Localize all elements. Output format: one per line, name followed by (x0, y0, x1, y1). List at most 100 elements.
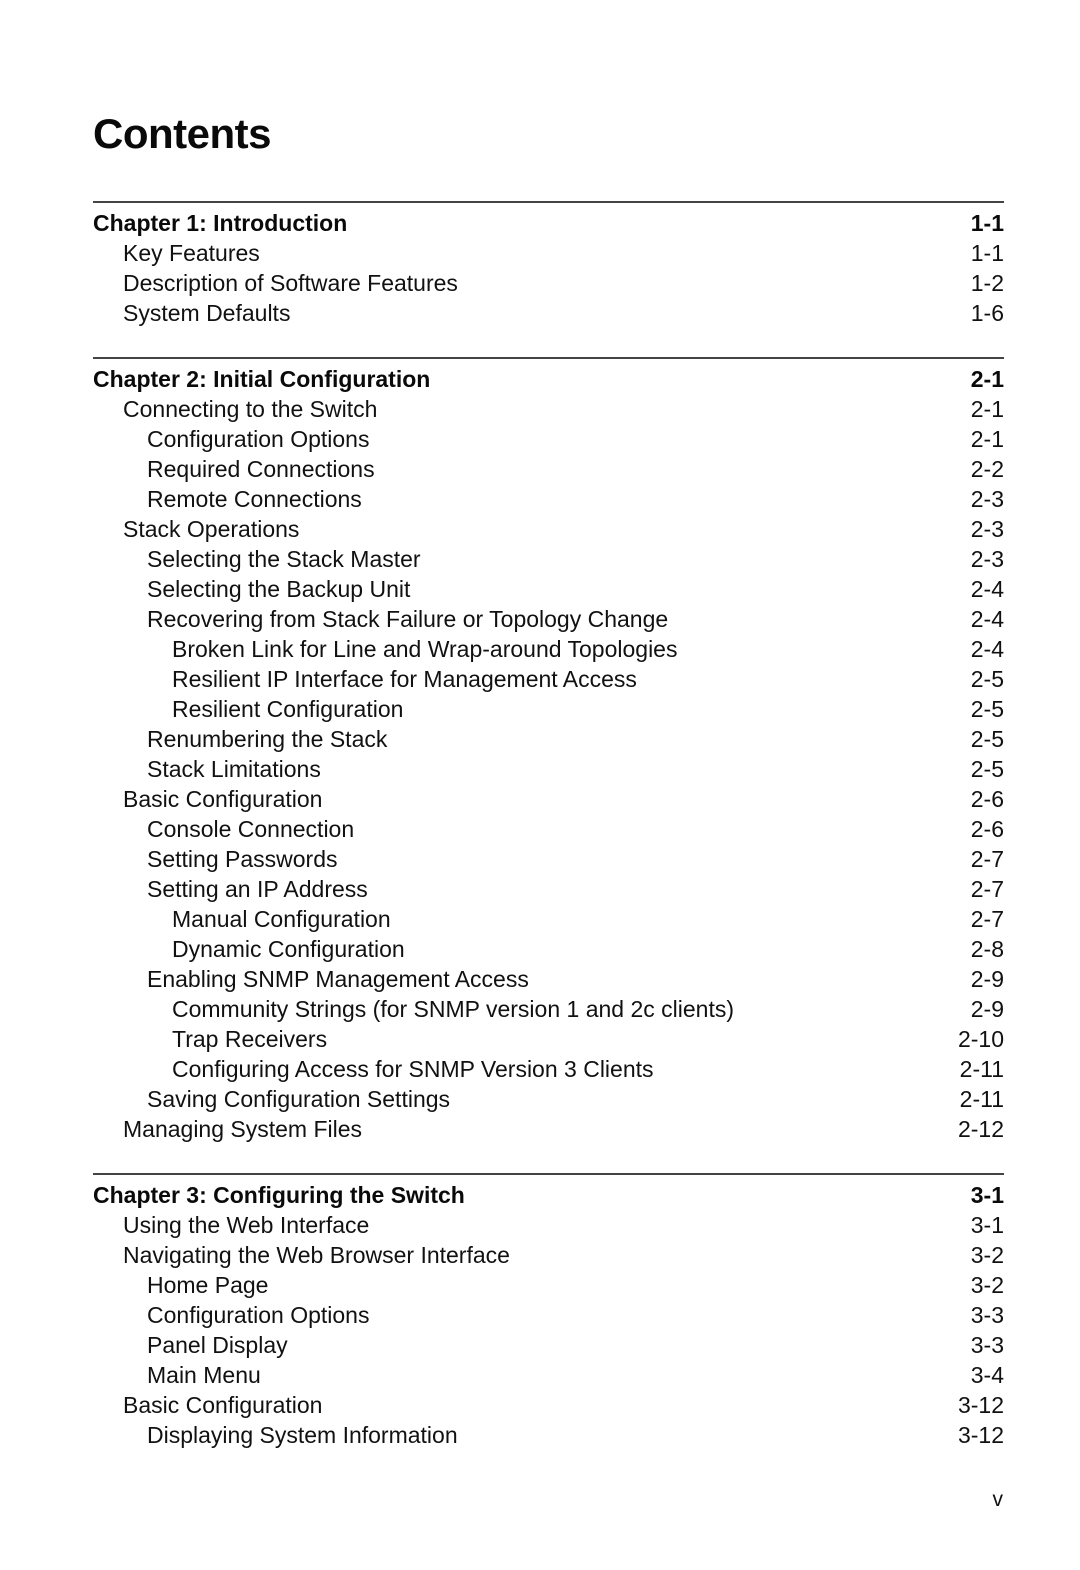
page-number: 3-3 (970, 1332, 1004, 1358)
entry-label: Manual Configuration (172, 906, 391, 932)
entry-label: Required Connections (147, 456, 375, 482)
entry-label: Resilient IP Interface for Management Ac… (172, 666, 637, 692)
toc-entry[interactable]: Key Features 1-1 (93, 238, 1004, 268)
entry-label: Basic Configuration (123, 786, 323, 812)
entry-label: Recovering from Stack Failure or Topolog… (147, 606, 669, 632)
toc-entry[interactable]: Main Menu 3-4 (93, 1360, 1004, 1390)
toc-entry[interactable]: Panel Display 3-3 (93, 1330, 1004, 1360)
toc-entry[interactable]: Managing System Files 2-12 (93, 1114, 1004, 1144)
entry-label: Renumbering the Stack (147, 726, 388, 752)
toc-entry[interactable]: Renumbering the Stack 2-5 (93, 724, 1004, 754)
toc-entry[interactable]: Selecting the Backup Unit 2-4 (93, 574, 1004, 604)
page-footer-number: v (992, 1488, 1004, 1511)
entry-label: Displaying System Information (147, 1422, 458, 1448)
entry-label: Trap Receivers (172, 1026, 328, 1052)
entry-label: System Defaults (123, 300, 291, 326)
page-number: 2-5 (970, 726, 1004, 752)
entry-label: Description of Software Features (123, 270, 458, 296)
page-number: 2-11 (959, 1086, 1004, 1112)
toc-entry[interactable]: Home Page 3-2 (93, 1270, 1004, 1300)
toc-entry[interactable]: Navigating the Web Browser Interface 3-2 (93, 1240, 1004, 1270)
toc-entry[interactable]: Recovering from Stack Failure or Topolog… (93, 604, 1004, 634)
entry-label: Managing System Files (123, 1116, 363, 1142)
toc-entry[interactable]: Configuring Access for SNMP Version 3 Cl… (93, 1054, 1004, 1084)
toc-entry[interactable]: Selecting the Stack Master 2-3 (93, 544, 1004, 574)
entry-label: Basic Configuration (123, 1392, 323, 1418)
toc-entry[interactable]: Displaying System Information 3-12 (93, 1420, 1004, 1450)
page-number: 2-12 (957, 1116, 1004, 1142)
chapter-section: Chapter 3: Configuring the Switch 3-1 Us… (93, 1173, 1004, 1450)
entry-label: Selecting the Stack Master (147, 546, 421, 572)
toc-entry[interactable]: Connecting to the Switch 2-1 (93, 394, 1004, 424)
entry-label: Selecting the Backup Unit (147, 576, 411, 602)
chapter-heading[interactable]: Chapter 3: Configuring the Switch 3-1 (93, 1180, 1004, 1210)
toc-entry[interactable]: Description of Software Features 1-2 (93, 268, 1004, 298)
page-number: 2-4 (970, 606, 1004, 632)
chapter-heading[interactable]: Chapter 2: Initial Configuration 2-1 (93, 364, 1004, 394)
page-number: 2-3 (970, 546, 1004, 572)
page-number: 2-5 (970, 696, 1004, 722)
toc-entry[interactable]: Setting an IP Address 2-7 (93, 874, 1004, 904)
page-number: 1-1 (970, 210, 1004, 236)
page-number: 3-3 (970, 1302, 1004, 1328)
toc-entry[interactable]: Configuration Options 3-3 (93, 1300, 1004, 1330)
page-number: 2-1 (970, 366, 1004, 392)
entry-label: Key Features (123, 240, 260, 266)
page-number: 2-9 (970, 966, 1004, 992)
toc-entry[interactable]: Resilient IP Interface for Management Ac… (93, 664, 1004, 694)
toc-entry[interactable]: Manual Configuration 2-7 (93, 904, 1004, 934)
entry-label: Enabling SNMP Management Access (147, 966, 529, 992)
page-number: 2-7 (970, 876, 1004, 902)
toc-entry[interactable]: Saving Configuration Settings 2-11 (93, 1084, 1004, 1114)
toc-entry[interactable]: Stack Limitations 2-5 (93, 754, 1004, 784)
toc-entry[interactable]: Enabling SNMP Management Access 2-9 (93, 964, 1004, 994)
toc-entry[interactable]: Broken Link for Line and Wrap-around Top… (93, 634, 1004, 664)
entry-label: Connecting to the Switch (123, 396, 378, 422)
page-number: 3-12 (957, 1392, 1004, 1418)
chapter-section: Chapter 1: Introduction 1-1 Key Features… (93, 201, 1004, 328)
entry-label: Broken Link for Line and Wrap-around Top… (172, 636, 678, 662)
entry-label: Home Page (147, 1272, 269, 1298)
chapter-title: Chapter 2: Initial Configuration (93, 366, 431, 392)
page-number: 3-4 (970, 1362, 1004, 1388)
page-number: 1-1 (970, 240, 1004, 266)
toc-entry[interactable]: Setting Passwords 2-7 (93, 844, 1004, 874)
page-number: 2-4 (970, 636, 1004, 662)
toc-entry[interactable]: Resilient Configuration 2-5 (93, 694, 1004, 724)
toc-entry[interactable]: Configuration Options 2-1 (93, 424, 1004, 454)
toc-entry[interactable]: Community Strings (for SNMP version 1 an… (93, 994, 1004, 1024)
chapter-section: Chapter 2: Initial Configuration 2-1 Con… (93, 357, 1004, 1144)
toc-entry[interactable]: Dynamic Configuration 2-8 (93, 934, 1004, 964)
page-number: 2-4 (970, 576, 1004, 602)
toc-entry[interactable]: Stack Operations 2-3 (93, 514, 1004, 544)
page-number: 2-10 (957, 1026, 1004, 1052)
page-number: 2-1 (970, 396, 1004, 422)
page-number: 2-9 (970, 996, 1004, 1022)
toc-entry[interactable]: Basic Configuration 2-6 (93, 784, 1004, 814)
entry-label: Configuring Access for SNMP Version 3 Cl… (172, 1056, 654, 1082)
toc-entry[interactable]: Console Connection 2-6 (93, 814, 1004, 844)
page-number: 2-6 (970, 816, 1004, 842)
toc-entry[interactable]: Remote Connections 2-3 (93, 484, 1004, 514)
toc-entry[interactable]: Trap Receivers 2-10 (93, 1024, 1004, 1054)
page-title: Contents (93, 110, 272, 157)
page-number: 2-5 (970, 756, 1004, 782)
page-number: 3-1 (970, 1182, 1004, 1208)
page-number: 1-2 (970, 270, 1004, 296)
toc-entry[interactable]: Required Connections 2-2 (93, 454, 1004, 484)
toc-entry[interactable]: System Defaults 1-6 (93, 298, 1004, 328)
page-number: 2-3 (970, 486, 1004, 512)
chapter-heading[interactable]: Chapter 1: Introduction 1-1 (93, 208, 1004, 238)
toc-entry[interactable]: Basic Configuration 3-12 (93, 1390, 1004, 1420)
entry-label: Dynamic Configuration (172, 936, 405, 962)
page-number: 2-6 (970, 786, 1004, 812)
entry-label: Navigating the Web Browser Interface (123, 1242, 510, 1268)
page-number: 3-2 (970, 1242, 1004, 1268)
entry-label: Setting Passwords (147, 846, 338, 872)
page-number: 2-3 (970, 516, 1004, 542)
section-divider (93, 1173, 1004, 1175)
page-number: 2-7 (970, 906, 1004, 932)
entry-label: Resilient Configuration (172, 696, 404, 722)
toc-entry[interactable]: Using the Web Interface 3-1 (93, 1210, 1004, 1240)
section-divider (93, 201, 1004, 203)
